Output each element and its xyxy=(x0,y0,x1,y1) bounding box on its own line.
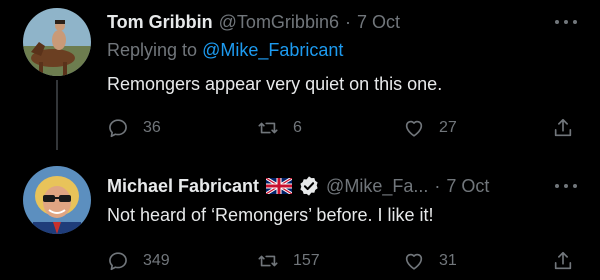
tweet-header: Tom Gribbin @TomGribbin6 · 7 Oct xyxy=(107,10,400,34)
timestamp[interactable]: 7 Oct xyxy=(357,12,400,33)
retweet-button[interactable]: 157 xyxy=(257,248,320,274)
tweet[interactable]: Tom Gribbin @TomGribbin6 · 7 Oct Replyin… xyxy=(0,0,600,160)
timestamp[interactable]: 7 Oct xyxy=(446,176,489,197)
heart-icon xyxy=(405,253,423,270)
tweet[interactable]: Michael Fabricant @Mike_Fa... · 7 Oct No… xyxy=(0,160,600,280)
share-icon xyxy=(554,118,572,137)
tweet-thread: Tom Gribbin @TomGribbin6 · 7 Oct Replyin… xyxy=(0,0,600,280)
like-count: 27 xyxy=(439,119,457,136)
tweet-text: Remongers appear very quiet on this one. xyxy=(107,74,443,94)
verified-badge-icon[interactable] xyxy=(298,175,320,197)
reply-icon xyxy=(109,252,127,271)
reply-button[interactable]: 36 xyxy=(107,115,161,141)
union-jack-flag-icon xyxy=(266,178,293,194)
retweet-icon xyxy=(258,255,278,267)
man-on-horse-avatar xyxy=(23,8,91,76)
reply-count: 36 xyxy=(143,119,161,136)
tweet-header: Michael Fabricant @Mike_Fa... · 7 Oct xyxy=(107,174,489,198)
share-button[interactable] xyxy=(552,248,574,274)
reply-count: 349 xyxy=(143,252,170,269)
author-name[interactable]: Tom Gribbin xyxy=(107,12,213,33)
like-button[interactable]: 27 xyxy=(403,115,457,141)
retweet-button[interactable]: 6 xyxy=(257,115,302,141)
tweet-text: Not heard of ‘Remongers’ before. I like … xyxy=(107,205,434,225)
tweet-actions: 36 6 27 xyxy=(107,115,600,141)
reply-mention-link[interactable]: @Mike_Fabricant xyxy=(202,40,343,60)
share-button[interactable] xyxy=(552,115,574,141)
more-options-icon[interactable] xyxy=(555,19,577,25)
heart-icon xyxy=(405,120,423,137)
thread-line xyxy=(56,80,58,150)
reply-icon xyxy=(109,119,127,138)
like-button[interactable]: 31 xyxy=(403,248,457,274)
man-with-sunglasses-avatar xyxy=(23,166,91,234)
retweet-count: 6 xyxy=(293,119,302,136)
retweet-icon xyxy=(258,122,278,134)
separator: · xyxy=(344,11,351,32)
avatar[interactable] xyxy=(23,166,91,234)
author-name[interactable]: Michael Fabricant xyxy=(107,176,259,197)
replying-to-label: Replying to xyxy=(107,40,198,60)
like-count: 31 xyxy=(439,252,457,269)
more-options-icon[interactable] xyxy=(555,183,577,189)
share-icon xyxy=(554,251,572,270)
tweet-actions: 349 157 31 xyxy=(107,248,600,274)
avatar[interactable] xyxy=(23,8,91,76)
reply-button[interactable]: 349 xyxy=(107,248,170,274)
author-handle[interactable]: @Mike_Fa... xyxy=(326,176,428,197)
replying-to: Replying to @Mike_Fabricant xyxy=(107,40,343,61)
retweet-count: 157 xyxy=(293,252,320,269)
separator: · xyxy=(434,175,441,196)
author-handle[interactable]: @TomGribbin6 xyxy=(219,12,339,33)
